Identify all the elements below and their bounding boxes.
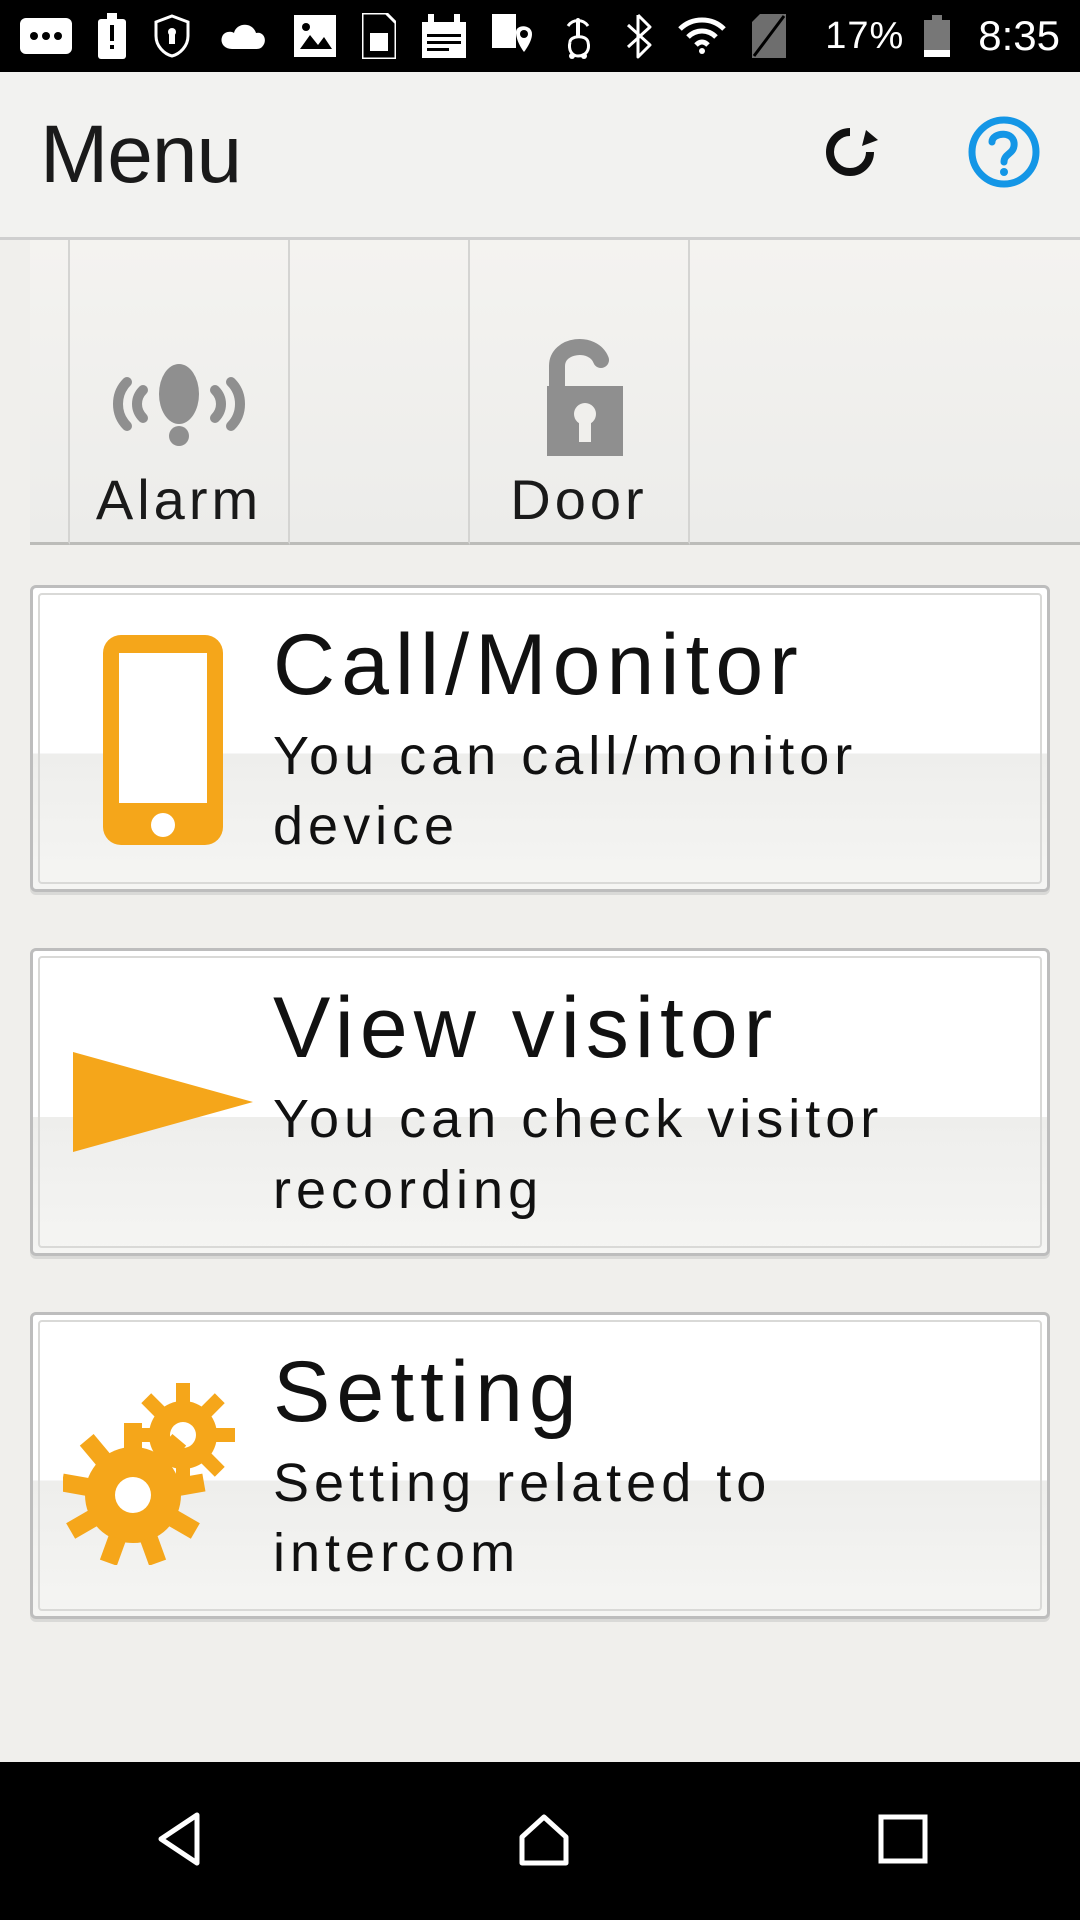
battery-percent: 17% <box>825 15 904 58</box>
play-icon <box>53 1022 273 1182</box>
gear-icon <box>53 1365 273 1565</box>
tab-door[interactable]: Door <box>470 240 690 545</box>
battery-alert-icon <box>98 13 126 59</box>
sim-icon <box>362 13 396 59</box>
tab-door-label: Door <box>510 467 647 532</box>
tab-alarm-label: Alarm <box>96 467 262 532</box>
bluetooth-icon <box>624 13 652 59</box>
back-button[interactable] <box>149 1807 213 1876</box>
phone-icon <box>53 619 273 859</box>
tab-rest <box>690 240 1080 545</box>
unlock-icon <box>519 322 639 467</box>
tab-spacer <box>30 240 70 545</box>
card-call-title: Call/Monitor <box>273 616 1027 715</box>
touch-icon <box>558 12 598 60</box>
no-sim-icon <box>752 14 786 58</box>
battery-icon <box>924 15 950 57</box>
app-header: Menu <box>0 72 1080 240</box>
page-title: Menu <box>40 108 241 202</box>
home-button[interactable] <box>512 1807 576 1876</box>
recent-apps-button[interactable] <box>875 1811 931 1872</box>
android-nav-bar <box>0 1762 1080 1920</box>
photo-icon <box>294 15 336 57</box>
tab-alarm[interactable]: Alarm <box>70 240 290 545</box>
help-button[interactable] <box>968 116 1040 193</box>
card-call-desc: You can call/monitor device <box>273 721 1027 861</box>
card-call-monitor[interactable]: Call/Monitor You can call/monitor device <box>30 585 1050 892</box>
card-view-visitor[interactable]: View visitor You can check visitor recor… <box>30 948 1050 1255</box>
bookmark-pin-icon <box>492 14 532 58</box>
tab-row: Alarm Door <box>0 240 1080 545</box>
shield-icon <box>152 14 192 58</box>
calendar-icon <box>422 14 466 58</box>
card-view-desc: You can check visitor recording <box>273 1084 1027 1224</box>
alarm-icon <box>109 342 249 467</box>
tab-empty <box>290 240 470 545</box>
card-setting[interactable]: Setting Setting related to intercom <box>30 1312 1050 1619</box>
status-bar: 17% 8:35 <box>0 0 1080 72</box>
content-area: Alarm Door <box>0 240 1080 1762</box>
more-icon <box>20 18 72 54</box>
refresh-button[interactable] <box>822 124 878 185</box>
card-setting-title: Setting <box>273 1343 1027 1442</box>
status-clock: 8:35 <box>978 12 1060 60</box>
cloud-icon <box>218 19 268 53</box>
wifi-icon <box>678 17 726 55</box>
card-setting-desc: Setting related to intercom <box>273 1448 1027 1588</box>
card-view-title: View visitor <box>273 979 1027 1078</box>
